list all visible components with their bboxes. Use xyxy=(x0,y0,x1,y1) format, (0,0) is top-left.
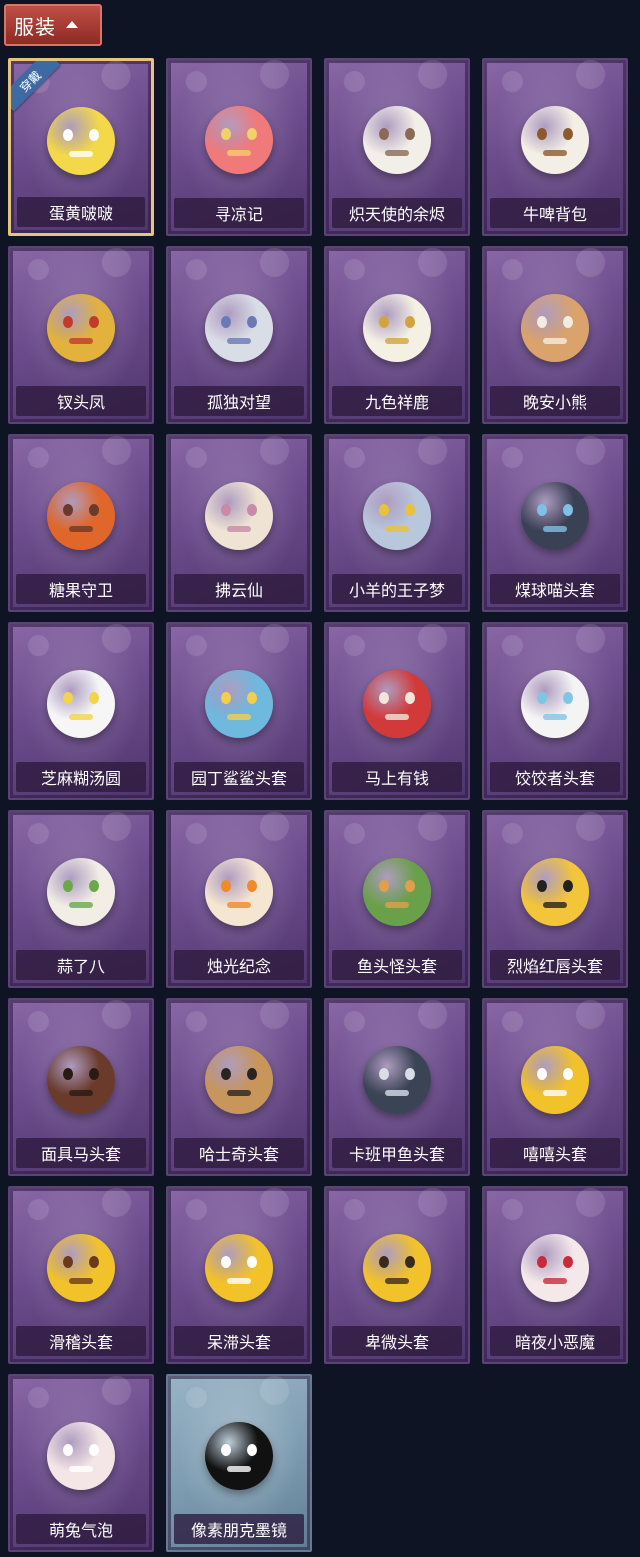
phoenix-crown-doll-icon xyxy=(33,272,129,376)
little-devil-head-icon xyxy=(507,1212,603,1316)
costume-name: 暗夜小恶魔 xyxy=(490,1326,620,1356)
costume-name: 面具马头套 xyxy=(16,1138,146,1168)
costume-name: 糖果守卫 xyxy=(16,574,146,604)
bunny-bubble-head-icon xyxy=(33,1400,129,1504)
deer-charm-icon xyxy=(349,272,445,376)
angel-doll-icon xyxy=(349,84,445,188)
costume-card[interactable]: 糖果守卫 xyxy=(8,434,154,612)
costume-card[interactable]: 呆滞头套 xyxy=(166,1186,312,1364)
pikachu-mask-icon xyxy=(507,836,603,940)
costume-card[interactable]: 卑微头套 xyxy=(324,1186,470,1364)
costume-name: 饺饺者头套 xyxy=(490,762,620,792)
costume-card[interactable]: 烛光纪念 xyxy=(166,810,312,988)
costume-name: 卡班甲鱼头套 xyxy=(332,1138,462,1168)
costume-card[interactable]: 晚安小熊 xyxy=(482,246,628,424)
immortal-doll-icon xyxy=(191,460,287,564)
costume-name: 钗头凤 xyxy=(16,386,146,416)
costume-name: 晚安小熊 xyxy=(490,386,620,416)
costume-name: 寻凉记 xyxy=(174,198,304,228)
costume-card[interactable]: 园丁鲨鲨头套 xyxy=(166,622,312,800)
pixel-sunglasses-icon xyxy=(191,1400,287,1504)
costume-card[interactable]: 饺饺者头套 xyxy=(482,622,628,800)
dumpling-head-icon xyxy=(33,648,129,752)
teddy-bear-charm-icon xyxy=(507,272,603,376)
costume-card[interactable]: 钗头凤 xyxy=(8,246,154,424)
costume-name: 拂云仙 xyxy=(174,574,304,604)
smirk-emoji-head-icon xyxy=(33,1212,129,1316)
costume-name: 小羊的王子梦 xyxy=(332,574,462,604)
costume-card[interactable]: 九色祥鹿 xyxy=(324,246,470,424)
shark-head-icon xyxy=(191,648,287,752)
costume-card[interactable]: 卡班甲鱼头套 xyxy=(324,998,470,1176)
costume-card[interactable]: 牛啤背包 xyxy=(482,58,628,236)
costume-card[interactable]: 萌兔气泡 xyxy=(8,1374,154,1552)
costume-card[interactable]: 孤独对望 xyxy=(166,246,312,424)
costume-name: 哈士奇头套 xyxy=(174,1138,304,1168)
costume-card[interactable]: 马上有钱 xyxy=(324,622,470,800)
chevron-up-icon xyxy=(66,20,78,28)
cow-beer-barrel-icon xyxy=(507,84,603,188)
costume-card[interactable]: 拂云仙 xyxy=(166,434,312,612)
costume-card[interactable]: 像素朋克墨镜 xyxy=(166,1374,312,1552)
costume-card[interactable]: 芝麻糊汤圆 xyxy=(8,622,154,800)
costume-card[interactable]: 嘻嘻头套 xyxy=(482,998,628,1176)
costume-name: 烛光纪念 xyxy=(174,950,304,980)
pleading-emoji-head-icon xyxy=(349,1212,445,1316)
cloud-dumpling-head-icon xyxy=(507,648,603,752)
costume-name: 园丁鲨鲨头套 xyxy=(174,762,304,792)
costume-name: 蛋黄啵啵 xyxy=(17,197,145,227)
costume-name: 蒜了八 xyxy=(16,950,146,980)
costume-card[interactable]: 炽天使的余烬 xyxy=(324,58,470,236)
costume-name: 炽天使的余烬 xyxy=(332,198,462,228)
costume-card[interactable]: 蒜了八 xyxy=(8,810,154,988)
blank-emoji-head-icon xyxy=(191,1212,287,1316)
white-hair-doll-icon xyxy=(191,272,287,376)
costume-card[interactable]: 小羊的王子梦 xyxy=(324,434,470,612)
horse-mask-icon xyxy=(33,1024,129,1128)
black-cat-head-icon xyxy=(507,460,603,564)
candle-head-icon xyxy=(191,836,287,940)
costume-card[interactable]: 面具马头套 xyxy=(8,998,154,1176)
costume-name: 煤球喵头套 xyxy=(490,574,620,604)
category-toggle-button[interactable]: 服装 xyxy=(4,4,102,46)
costume-card[interactable]: 哈士奇头套 xyxy=(166,998,312,1176)
costume-name: 滑稽头套 xyxy=(16,1326,146,1356)
costume-card[interactable]: 蛋黄啵啵 穿戴 xyxy=(8,58,154,236)
costume-name: 萌兔气泡 xyxy=(16,1514,146,1544)
costume-name: 芝麻糊汤圆 xyxy=(16,762,146,792)
category-title: 服装 xyxy=(14,14,56,39)
costume-card[interactable]: 煤球喵头套 xyxy=(482,434,628,612)
costume-name: 卑微头套 xyxy=(332,1326,462,1356)
costume-name: 孤独对望 xyxy=(174,386,304,416)
costume-card[interactable]: 暗夜小恶魔 xyxy=(482,1186,628,1364)
costume-name: 呆滞头套 xyxy=(174,1326,304,1356)
costume-name: 烈焰红唇头套 xyxy=(490,950,620,980)
garlic-head-icon xyxy=(33,836,129,940)
yellow-chick-egg-icon xyxy=(33,85,129,189)
costume-name: 鱼头怪头套 xyxy=(332,950,462,980)
costume-card[interactable]: 滑稽头套 xyxy=(8,1186,154,1364)
costume-name: 九色祥鹿 xyxy=(332,386,462,416)
costume-name: 像素朋克墨镜 xyxy=(174,1514,304,1544)
costume-card[interactable]: 鱼头怪头套 xyxy=(324,810,470,988)
grin-emoji-head-icon xyxy=(507,1024,603,1128)
sheep-crown-head-icon xyxy=(349,460,445,564)
husky-mask-icon xyxy=(191,1024,287,1128)
costume-name: 嘻嘻头套 xyxy=(490,1138,620,1168)
fish-mask-icon xyxy=(349,836,445,940)
costume-card[interactable]: 烈焰红唇头套 xyxy=(482,810,628,988)
pumpkin-scarecrow-icon xyxy=(33,460,129,564)
pink-bear-straw-hat-icon xyxy=(191,84,287,188)
costume-card[interactable]: 寻凉记 xyxy=(166,58,312,236)
turtle-head-icon xyxy=(349,1024,445,1128)
costume-name: 马上有钱 xyxy=(332,762,462,792)
red-horse-head-icon xyxy=(349,648,445,752)
costume-name: 牛啤背包 xyxy=(490,198,620,228)
